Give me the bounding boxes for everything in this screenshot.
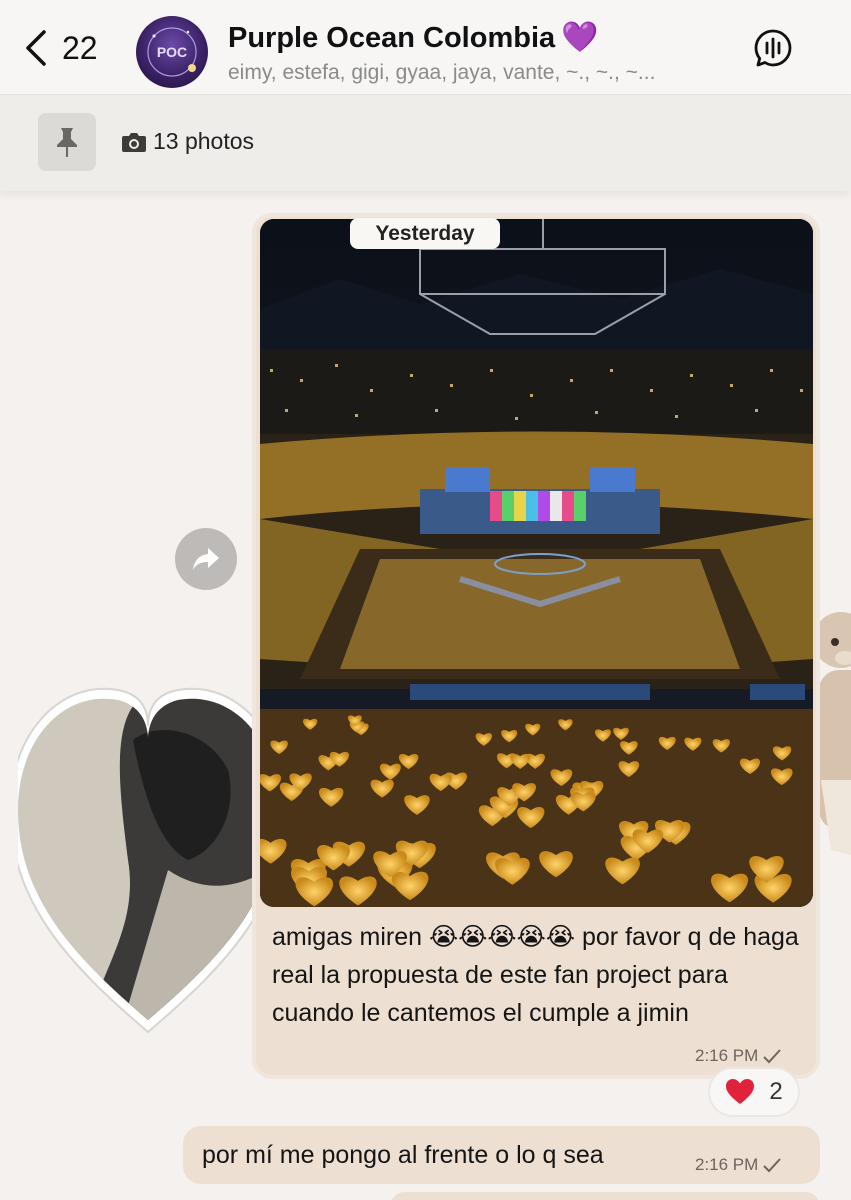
message-timestamp: 2:16 PM xyxy=(695,1046,782,1066)
reaction-count: 2 xyxy=(769,1078,783,1105)
message-time-text: 2:16 PM xyxy=(695,1046,759,1065)
message-text: amigas miren 😭😭😭😭😭 por favor q de haga r… xyxy=(272,923,799,1027)
group-avatar[interactable]: POC xyxy=(136,16,208,88)
chevron-left-icon xyxy=(26,30,46,66)
back-button[interactable]: 22 xyxy=(22,28,98,68)
message-text: por mí me pongo al frente o lo q sea xyxy=(202,1141,604,1169)
forward-icon xyxy=(193,548,219,570)
message-timestamp: 2:16 PM xyxy=(695,1155,782,1175)
red-heart-icon xyxy=(726,1079,755,1104)
chat-header: 22 POC Purple Ocean Colombia 💜 eimy, este… xyxy=(0,0,851,95)
check-icon xyxy=(763,1158,782,1173)
heart-photo-decoration xyxy=(18,687,278,1034)
svg-text:POC: POC xyxy=(157,44,187,60)
purple-heart-icon: 💜 xyxy=(561,21,599,54)
group-title-text: Purple Ocean Colombia xyxy=(228,22,556,54)
group-members: eimy, estefa, gigi, gyaa, jaya, vante, ~… xyxy=(228,61,656,84)
forward-button[interactable] xyxy=(175,528,237,590)
message-time-text: 2:16 PM xyxy=(695,1155,759,1174)
chat-title-area[interactable]: Purple Ocean Colombia 💜 eimy, estefa, gig… xyxy=(228,20,738,85)
purple-ocean-logo: POC xyxy=(147,27,197,77)
unread-count: 22 xyxy=(62,29,98,66)
group-title: Purple Ocean Colombia 💜 xyxy=(228,20,738,55)
concert-photo[interactable] xyxy=(260,219,813,907)
pin-icon xyxy=(57,128,77,157)
date-separator: Yesterday xyxy=(350,218,500,249)
pin-button[interactable] xyxy=(38,113,96,171)
pinned-photos[interactable]: 13 photos xyxy=(121,128,254,155)
camera-icon xyxy=(122,132,146,152)
reaction-badge[interactable]: 2 xyxy=(708,1067,800,1117)
stadium-concert-image xyxy=(260,219,813,907)
check-icon xyxy=(763,1049,782,1064)
voice-chat-icon[interactable] xyxy=(753,28,793,68)
photos-count-label: 13 photos xyxy=(153,128,255,154)
message-bubble-partial[interactable] xyxy=(390,1192,820,1200)
